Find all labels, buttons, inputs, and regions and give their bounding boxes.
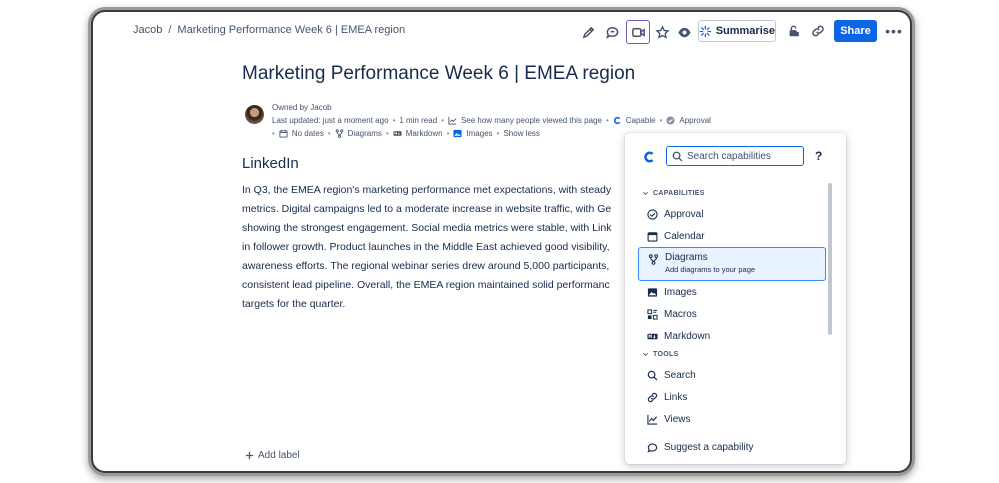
capability-item-approval[interactable]: Approval: [638, 204, 826, 224]
paragraph-line: In Q3, the EMEA region's marketing perfo…: [242, 184, 612, 196]
capabilities-popover: ? CAPABILITIES Approval Calendar Diagram…: [625, 133, 846, 464]
link-icon: [647, 392, 658, 402]
paragraph-line: in follower growth. Product launches in …: [242, 241, 610, 253]
analytics-chart-icon: [647, 414, 658, 425]
capability-description: Add diagrams to your page: [665, 265, 756, 274]
page-toolbar: [577, 20, 695, 44]
show-less-link[interactable]: Show less: [503, 129, 539, 138]
restrictions-lock-icon[interactable]: [785, 22, 803, 40]
copy-link-icon[interactable]: [809, 22, 827, 40]
diagrams-link[interactable]: Diagrams: [348, 129, 382, 138]
app-window: Jacob / Marketing Performance Week 6 | E…: [93, 12, 910, 471]
images-icon: [647, 287, 658, 297]
paragraph-line: metrics. Digital campaigns led to a mode…: [242, 203, 612, 215]
images-icon: [453, 129, 462, 138]
help-icon[interactable]: ?: [815, 149, 822, 163]
capability-item-macros[interactable]: Macros: [638, 304, 826, 324]
search-capabilities-input[interactable]: [687, 150, 797, 162]
analytics-chart-icon: [448, 116, 457, 125]
comment-icon[interactable]: [601, 21, 623, 43]
paragraph-line: consistent lead pipeline. Overall, the E…: [242, 279, 610, 291]
more-actions-icon[interactable]: •••: [885, 22, 903, 40]
breadcrumb-separator: /: [168, 24, 172, 36]
add-label-text: Add label: [258, 450, 300, 461]
diagrams-icon: [648, 254, 659, 265]
summarise-label: Summarise: [715, 25, 775, 37]
approval-check-icon: [647, 208, 658, 220]
markdown-icon: [393, 129, 402, 138]
capability-item-diagrams[interactable]: Diagrams Add diagrams to your page: [638, 247, 826, 281]
capabilities-section-header[interactable]: CAPABILITIES: [642, 190, 705, 197]
search-icon: [647, 370, 658, 380]
macros-icon: [647, 308, 658, 320]
page-meta-row-2: • No dates • Diagrams • Markdown • Image…: [272, 129, 540, 138]
search-icon: [672, 151, 683, 161]
body-paragraph: In Q3, the EMEA region's marketing perfo…: [242, 181, 625, 314]
popover-scrollbar[interactable]: [828, 183, 832, 335]
add-label-button[interactable]: Add label: [245, 450, 300, 461]
capability-item-markdown[interactable]: Markdown: [638, 326, 826, 346]
capability-item-calendar[interactable]: Calendar: [638, 226, 826, 246]
tool-item-search[interactable]: Search: [638, 365, 826, 385]
calendar-icon: [647, 231, 658, 242]
watch-eye-icon[interactable]: [673, 21, 695, 43]
capability-label: Diagrams: [665, 252, 708, 263]
page-meta-row: Last updated: just a moment ago • 1 min …: [272, 116, 711, 125]
capable-logo-icon: [644, 151, 654, 163]
owned-by: Owned by Jacob: [272, 103, 332, 112]
calendar-icon: [279, 129, 288, 138]
search-capabilities-field[interactable]: [666, 146, 804, 166]
last-updated: Last updated: just a moment ago: [272, 116, 389, 125]
approval-link[interactable]: Approval: [679, 116, 711, 125]
paragraph-line: awareness efforts. The regional webinar …: [242, 260, 610, 272]
capable-logo-icon: [613, 116, 622, 125]
plus-icon: [245, 451, 254, 460]
markdown-icon: [647, 333, 658, 339]
read-time: 1 min read: [399, 116, 438, 125]
views-link[interactable]: See how many people viewed this page: [461, 116, 602, 125]
images-link[interactable]: Images: [466, 129, 492, 138]
breadcrumb-root[interactable]: Jacob: [133, 24, 162, 36]
section-heading: LinkedIn: [242, 155, 299, 172]
paragraph-line: showing the strongest engagement. Social…: [242, 222, 612, 234]
diagrams-icon: [335, 129, 344, 138]
page-title: Marketing Performance Week 6 | EMEA regi…: [242, 63, 636, 84]
markdown-link[interactable]: Markdown: [406, 129, 443, 138]
edit-pencil-icon[interactable]: [577, 21, 599, 43]
paragraph-line: targets for the quarter.: [242, 298, 346, 310]
tools-section-header[interactable]: TOOLS: [642, 351, 678, 358]
capability-item-images[interactable]: Images: [638, 282, 826, 302]
tool-item-views[interactable]: Views: [638, 409, 826, 429]
breadcrumb: Jacob / Marketing Performance Week 6 | E…: [133, 24, 405, 36]
star-icon[interactable]: [651, 21, 673, 43]
capable-link[interactable]: Capable: [626, 116, 656, 125]
breadcrumb-page[interactable]: Marketing Performance Week 6 | EMEA regi…: [177, 24, 405, 36]
tool-item-links[interactable]: Links: [638, 387, 826, 407]
ai-sparkle-icon: [699, 25, 712, 37]
chevron-down-icon: [643, 191, 648, 195]
video-icon[interactable]: [626, 20, 650, 44]
approval-check-icon: [666, 116, 675, 125]
suggest-capability-link[interactable]: Suggest a capability: [647, 442, 754, 453]
no-dates-link[interactable]: No dates: [292, 129, 324, 138]
summarise-button[interactable]: Summarise: [698, 20, 776, 42]
chevron-down-icon: [643, 352, 648, 356]
avatar[interactable]: [245, 105, 264, 124]
comment-icon: [647, 443, 658, 453]
share-button[interactable]: Share: [834, 20, 877, 42]
